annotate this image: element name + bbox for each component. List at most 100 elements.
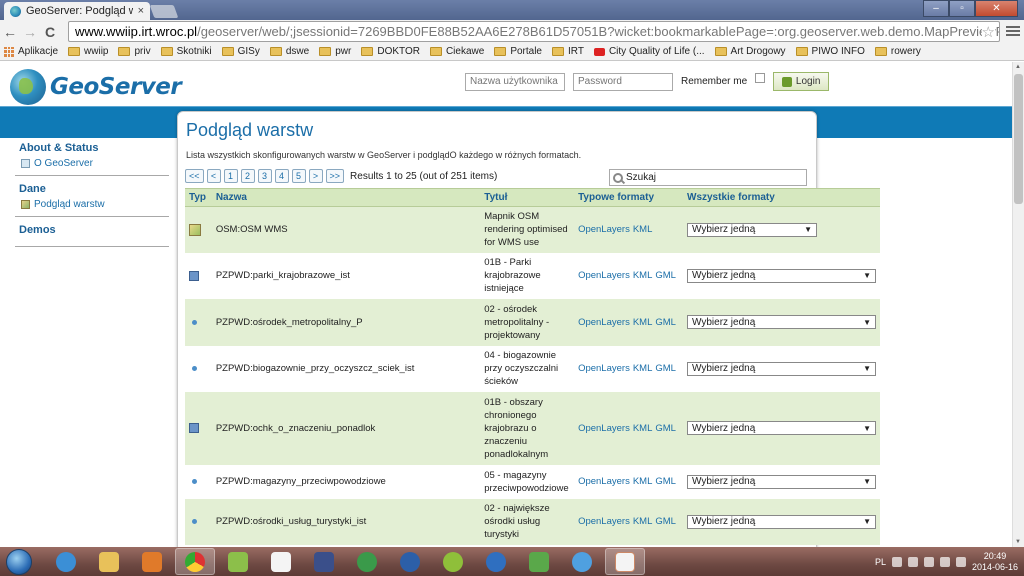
- column-header-type[interactable]: Typ: [185, 188, 212, 207]
- format-select[interactable]: Wybierz jedną ▼: [687, 474, 876, 489]
- bookmark-folder[interactable]: Art Drogowy: [714, 46, 786, 57]
- bookmark-folder[interactable]: DOKTOR: [361, 46, 420, 57]
- taskbar-earth[interactable]: [390, 548, 430, 575]
- username-input[interactable]: [465, 72, 565, 91]
- openlayers-link[interactable]: OpenLayers: [578, 363, 630, 374]
- column-header-name[interactable]: Nazwa: [211, 188, 481, 207]
- new-tab-button[interactable]: [149, 5, 179, 18]
- pager-page-5[interactable]: 5: [291, 169, 306, 183]
- back-icon[interactable]: ←: [0, 24, 20, 40]
- taskbar-app-green[interactable]: [519, 548, 559, 575]
- gml-link[interactable]: GML: [655, 363, 676, 374]
- address-bar[interactable]: www.wwiip.irt.wroc.pl/geoserver/web/;jse…: [68, 21, 1000, 42]
- sidebar-section-demos[interactable]: Demos: [15, 224, 169, 247]
- language-indicator[interactable]: PL: [875, 557, 886, 567]
- pager-last-button[interactable]: >>: [325, 169, 345, 183]
- gml-link[interactable]: GML: [655, 317, 676, 328]
- start-button[interactable]: [6, 548, 32, 575]
- scroll-up-icon[interactable]: ▲: [1015, 64, 1021, 70]
- reload-icon[interactable]: C: [40, 24, 60, 40]
- kml-link[interactable]: KML: [633, 516, 653, 527]
- minimize-button[interactable]: –: [923, 0, 949, 17]
- gml-link[interactable]: GML: [655, 476, 676, 487]
- taskbar-chrome[interactable]: [175, 548, 215, 575]
- taskbar-media[interactable]: [132, 548, 172, 575]
- bookmark-folder[interactable]: GISy: [221, 46, 260, 57]
- bookmark-folder[interactable]: rowery: [874, 46, 921, 57]
- taskbar-app-blue[interactable]: [476, 548, 516, 575]
- openlayers-link[interactable]: OpenLayers: [578, 423, 630, 434]
- close-window-button[interactable]: ✕: [975, 0, 1018, 17]
- sidebar-item-layer-preview[interactable]: Podgląd warstw: [21, 199, 169, 210]
- forward-icon[interactable]: →: [20, 24, 40, 40]
- pager-prev-button[interactable]: <: [206, 169, 221, 183]
- search-box[interactable]: Szukaj: [609, 169, 807, 186]
- scroll-down-icon[interactable]: ▼: [1015, 539, 1021, 545]
- gml-link[interactable]: GML: [655, 516, 676, 527]
- bookmark-folder[interactable]: pwr: [319, 46, 351, 57]
- chrome-menu-icon[interactable]: [1006, 24, 1020, 38]
- pager-page-2[interactable]: 2: [240, 169, 255, 183]
- pager-first-button[interactable]: <<: [185, 169, 204, 183]
- kml-link[interactable]: KML: [633, 317, 653, 328]
- kml-link[interactable]: KML: [633, 423, 653, 434]
- taskbar-ie[interactable]: [46, 548, 86, 575]
- taskbar-globe[interactable]: [347, 548, 387, 575]
- scroll-thumb[interactable]: [1014, 74, 1023, 204]
- page-scrollbar[interactable]: ▲ ▼: [1012, 62, 1024, 547]
- gml-link[interactable]: GML: [655, 423, 676, 434]
- pager-page-1[interactable]: 1: [223, 169, 238, 183]
- search-input[interactable]: Szukaj: [626, 172, 656, 183]
- taskbar-atlas[interactable]: [218, 548, 258, 575]
- taskbar-explorer[interactable]: [89, 548, 129, 575]
- browser-tab[interactable]: GeoServer: Podgląd warstw ×: [4, 2, 150, 20]
- taskbar-qgis[interactable]: [433, 548, 473, 575]
- tab-close-icon[interactable]: ×: [138, 5, 144, 17]
- format-select[interactable]: Wybierz jedną ▼: [687, 514, 876, 529]
- geoserver-logo[interactable]: GeoServer: [10, 69, 182, 105]
- openlayers-link[interactable]: OpenLayers: [578, 224, 630, 235]
- kml-link[interactable]: KML: [633, 270, 653, 281]
- gml-link[interactable]: GML: [655, 270, 676, 281]
- openlayers-link[interactable]: OpenLayers: [578, 476, 630, 487]
- openlayers-link[interactable]: OpenLayers: [578, 516, 630, 527]
- tray-icon[interactable]: [891, 556, 902, 567]
- maximize-button[interactable]: ▫: [949, 0, 975, 17]
- taskbar-save[interactable]: [304, 548, 344, 575]
- clock[interactable]: 20:49 2014-06-16: [972, 551, 1018, 573]
- bookmark-folder[interactable]: IRT: [552, 46, 584, 57]
- bookmark-link[interactable]: City Quality of Life (...: [593, 46, 705, 57]
- remember-me-checkbox[interactable]: [755, 72, 766, 83]
- taskbar-presentation[interactable]: [605, 548, 645, 575]
- network-icon[interactable]: [939, 556, 950, 567]
- pager-page-3[interactable]: 3: [257, 169, 272, 183]
- format-select[interactable]: Wybierz jedną ▼: [687, 222, 817, 237]
- login-button[interactable]: Login: [773, 72, 830, 91]
- pager-page-4[interactable]: 4: [274, 169, 289, 183]
- bookmark-folder[interactable]: Ciekawe: [429, 46, 484, 57]
- bookmark-folder[interactable]: Skotniki: [160, 46, 212, 57]
- openlayers-link[interactable]: OpenLayers: [578, 317, 630, 328]
- kml-link[interactable]: KML: [633, 224, 653, 235]
- kml-link[interactable]: KML: [633, 476, 653, 487]
- openlayers-link[interactable]: OpenLayers: [578, 270, 630, 281]
- pager-next-button[interactable]: >: [308, 169, 323, 183]
- volume-icon[interactable]: [955, 556, 966, 567]
- tray-icon[interactable]: [907, 556, 918, 567]
- tray-icon[interactable]: [923, 556, 934, 567]
- bookmark-folder[interactable]: dswe: [269, 46, 309, 57]
- column-header-title[interactable]: Tytuł: [480, 188, 575, 207]
- bookmark-apps[interactable]: Aplikacje: [4, 46, 58, 57]
- format-select[interactable]: Wybierz jedną ▼: [687, 268, 876, 283]
- bookmark-folder[interactable]: priv: [118, 46, 151, 57]
- format-select[interactable]: Wybierz jedną ▼: [687, 361, 876, 376]
- format-select[interactable]: Wybierz jedną ▼: [687, 421, 876, 435]
- taskbar-document[interactable]: [261, 548, 301, 575]
- sidebar-item-about-geoserver[interactable]: O GeoServer: [21, 158, 169, 169]
- bookmark-folder[interactable]: wwiip: [68, 46, 108, 57]
- bookmark-folder[interactable]: PIWO INFO: [795, 46, 865, 57]
- format-select[interactable]: Wybierz jedną ▼: [687, 315, 876, 329]
- kml-link[interactable]: KML: [633, 363, 653, 374]
- password-input[interactable]: [573, 72, 673, 91]
- bookmark-folder[interactable]: Portale: [494, 46, 542, 57]
